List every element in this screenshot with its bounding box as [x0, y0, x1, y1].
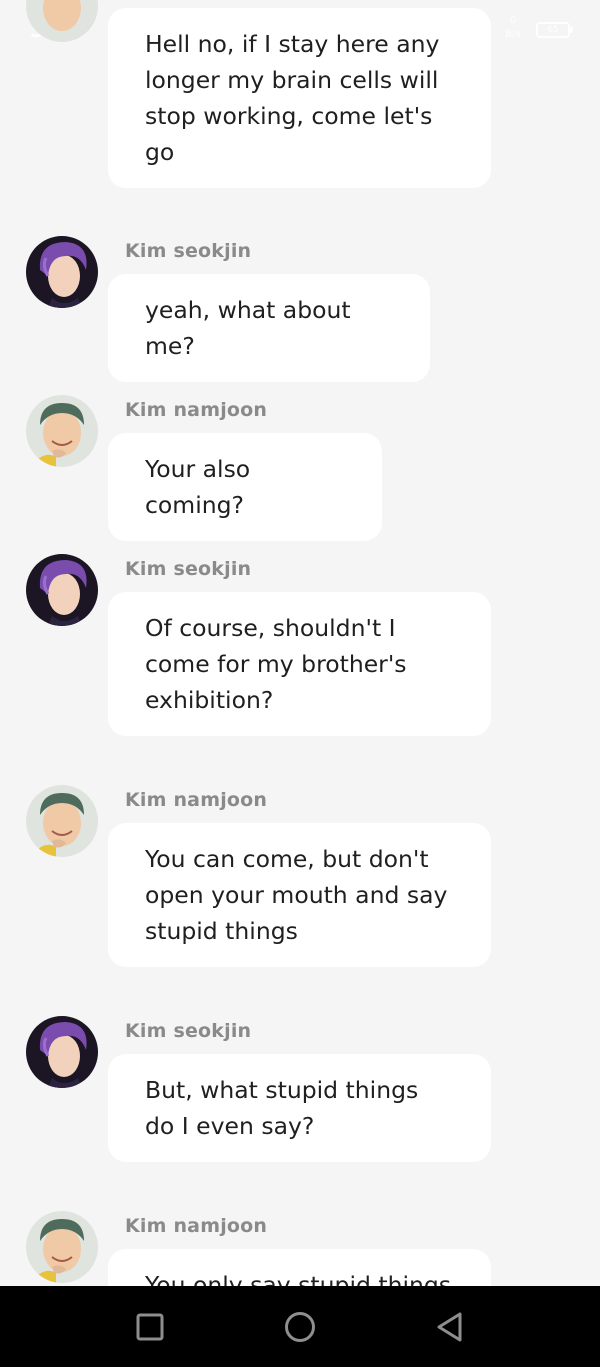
message-bubble[interactable]: You can come, but don't open your mouth …: [108, 823, 491, 967]
message-text: You can come, but don't open your mouth …: [145, 845, 448, 945]
namjoon-avatar-icon: [26, 1211, 98, 1283]
message-text: Of course, shouldn't I come for my broth…: [145, 614, 407, 714]
sender-name: Kim namjoon: [125, 789, 268, 811]
message-bubble[interactable]: But, what stupid things do I even say?: [108, 1054, 491, 1162]
triangle-back-icon: [437, 1312, 462, 1342]
message-text: You only say stupid things: [145, 1271, 452, 1286]
message-bubble[interactable]: Your also coming?: [108, 433, 382, 541]
seokjin-avatar-icon: [26, 236, 98, 308]
namjoon-avatar-icon: [26, 785, 98, 857]
home-button[interactable]: [283, 1310, 317, 1344]
sender-name: Kim seokjin: [125, 558, 252, 580]
avatar[interactable]: [26, 785, 98, 857]
avatar[interactable]: [26, 0, 98, 42]
sender-name: Kim seokjin: [125, 240, 252, 262]
avatar[interactable]: [26, 1211, 98, 1283]
seokjin-avatar-icon: [26, 554, 98, 626]
message-text: Hell no, if I stay here any longer my br…: [145, 30, 440, 166]
message-bubble[interactable]: You only say stupid things: [108, 1249, 491, 1286]
message-text: But, what stupid things do I even say?: [145, 1076, 419, 1140]
back-button[interactable]: [433, 1310, 467, 1344]
avatar[interactable]: [26, 395, 98, 467]
avatar[interactable]: [26, 554, 98, 626]
square-icon: [136, 1313, 164, 1341]
recent-apps-button[interactable]: [133, 1310, 167, 1344]
chat-thread[interactable]: Hell no, if I stay here any longer my br…: [0, 0, 600, 1286]
namjoon-avatar-icon: [26, 395, 98, 467]
seokjin-avatar-icon: [26, 1016, 98, 1088]
message-text: Your also coming?: [145, 455, 251, 519]
circle-icon: [285, 1312, 315, 1342]
avatar[interactable]: [26, 236, 98, 308]
message-text: yeah, what about me?: [145, 296, 351, 360]
namjoon-avatar-icon: [26, 0, 98, 42]
navigation-bar: [0, 1286, 600, 1367]
sender-name: Kim seokjin: [125, 1020, 252, 1042]
sender-name: Kim namjoon: [125, 399, 268, 421]
message-bubble[interactable]: Hell no, if I stay here any longer my br…: [108, 8, 491, 188]
message-bubble[interactable]: yeah, what about me?: [108, 274, 430, 382]
avatar[interactable]: [26, 1016, 98, 1088]
message-bubble[interactable]: Of course, shouldn't I come for my broth…: [108, 592, 491, 736]
sender-name: Kim namjoon: [125, 1215, 268, 1237]
